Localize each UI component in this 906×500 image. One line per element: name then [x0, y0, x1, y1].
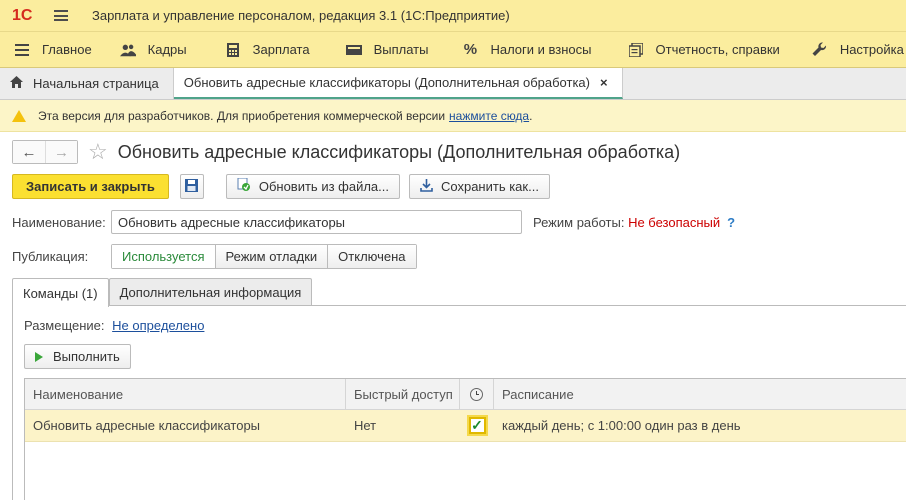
tab-home[interactable]: Начальная страница [0, 68, 174, 99]
cell-scheduled: ✓ [460, 410, 494, 441]
name-label: Наименование: [12, 215, 106, 230]
page-title: Обновить адресные классификаторы (Дополн… [117, 141, 681, 162]
column-header-schedule[interactable]: Расписание [494, 379, 906, 409]
menu-lines-icon [14, 42, 30, 58]
scheduled-checkbox[interactable]: ✓ [468, 417, 486, 434]
placement-label: Размещение: [24, 318, 105, 333]
warning-icon [12, 109, 26, 122]
favorite-star-icon[interactable]: ☆ [88, 141, 108, 163]
mode-value: Не безопасный [628, 215, 721, 230]
app-logo: 1С [12, 6, 33, 24]
percent-icon: % [463, 41, 478, 58]
calculator-icon [225, 42, 241, 58]
section-payments[interactable]: Выплаты [320, 32, 439, 67]
section-taxes[interactable]: % Налоги и взносы [438, 32, 601, 67]
form-toolbar: Записать и закрыть Обновить из файла... … [12, 174, 550, 199]
people-icon [119, 42, 136, 58]
download-icon [420, 178, 433, 195]
sections-panel: Главное Кадры Зарплата Выплаты % Налоги … [0, 31, 906, 68]
column-header-quick-access[interactable]: Быстрый доступ [346, 379, 460, 409]
section-label: Зарплата [252, 42, 310, 57]
reports-icon [628, 42, 644, 58]
section-hr[interactable]: Кадры [102, 32, 197, 67]
open-windows-bar: Начальная страница Обновить адресные кла… [0, 68, 906, 100]
section-salary[interactable]: Зарплата [197, 32, 320, 67]
name-input[interactable] [111, 210, 522, 234]
close-icon[interactable]: × [600, 75, 608, 90]
tab-label: Обновить адресные классификаторы (Дополн… [183, 75, 590, 90]
form-tabs: Команды (1) Дополнительная информация [12, 278, 313, 307]
table-row[interactable]: Обновить адресные классификаторы Нет ✓ к… [25, 410, 906, 442]
main-menu-icon[interactable] [54, 10, 68, 21]
placement-link[interactable]: Не определено [112, 318, 204, 333]
button-label: Выполнить [53, 349, 120, 364]
developer-version-notice: Эта версия для разработчиков. Для приобр… [0, 100, 906, 132]
title-bar: 1С Зарплата и управление персоналом, ред… [0, 0, 906, 31]
mode-label: Режим работы: [533, 215, 625, 230]
wrench-icon [812, 42, 828, 58]
section-reports[interactable]: Отчетность, справки [602, 32, 790, 67]
notice-text: Эта версия для разработчиков. Для приобр… [38, 108, 446, 123]
nav-buttons: ← → [12, 140, 78, 164]
tab-commands[interactable]: Команды (1) [12, 278, 109, 307]
placement-field: Размещение: Не определено [24, 318, 204, 333]
app-title: Зарплата и управление персоналом, редакц… [92, 8, 510, 23]
cell-quick-access[interactable]: Нет [346, 410, 460, 441]
run-button[interactable]: Выполнить [24, 344, 131, 369]
section-label: Настройка [839, 42, 904, 57]
tab-label: Начальная страница [33, 76, 159, 91]
table-header: Наименование Быстрый доступ Расписание [25, 379, 906, 410]
back-arrow-icon[interactable]: ← [13, 141, 45, 163]
section-label: Главное [42, 42, 92, 57]
column-header-scheduled[interactable] [460, 379, 494, 409]
section-label: Кадры [147, 42, 187, 57]
tab-panel-border [12, 305, 906, 306]
section-settings[interactable]: Настройка [790, 32, 906, 67]
update-from-file-button[interactable]: Обновить из файла... [225, 174, 400, 199]
tab-update-classifiers[interactable]: Обновить адресные классификаторы (Дополн… [173, 68, 623, 99]
cell-schedule[interactable]: каждый день; с 1:00:00 один раз в день [494, 410, 906, 441]
home-icon [10, 76, 23, 91]
section-main[interactable]: Главное [0, 32, 102, 67]
notice-suffix: . [529, 108, 533, 123]
mode-field: Режим работы: Не безопасный? [533, 215, 735, 230]
publication-label: Публикация: [12, 249, 89, 264]
publication-switch: Используется Режим отладки Отключена [111, 244, 417, 269]
publication-option-disabled[interactable]: Отключена [327, 245, 416, 268]
play-icon [35, 351, 43, 362]
section-label: Налоги и взносы [490, 42, 592, 57]
save-button[interactable] [179, 174, 204, 199]
button-label: Обновить из файла... [258, 179, 389, 194]
file-update-icon [237, 177, 251, 195]
publication-option-debug[interactable]: Режим отладки [214, 245, 328, 268]
save-as-button[interactable]: Сохранить как... [409, 174, 550, 199]
tab-additional-info[interactable]: Дополнительная информация [108, 278, 313, 306]
save-and-close-button[interactable]: Записать и закрыть [12, 174, 169, 199]
column-header-name[interactable]: Наименование [25, 379, 346, 409]
cash-icon [345, 42, 362, 58]
section-label: Выплаты [373, 42, 429, 57]
help-icon[interactable]: ? [727, 215, 735, 230]
buy-link[interactable]: нажмите сюда [449, 109, 529, 123]
button-label: Сохранить как... [441, 179, 539, 194]
form-header: ← → ☆ Обновить адресные классификаторы (… [12, 140, 680, 164]
publication-option-used[interactable]: Используется [112, 245, 215, 268]
tab-panel-border-left [12, 305, 13, 500]
cell-name: Обновить адресные классификаторы [33, 418, 261, 433]
commands-table: Наименование Быстрый доступ Расписание О… [24, 378, 906, 500]
floppy-disk-icon [185, 178, 199, 195]
clock-icon [470, 387, 483, 401]
forward-arrow-icon[interactable]: → [45, 141, 77, 163]
section-label: Отчетность, справки [655, 42, 780, 57]
